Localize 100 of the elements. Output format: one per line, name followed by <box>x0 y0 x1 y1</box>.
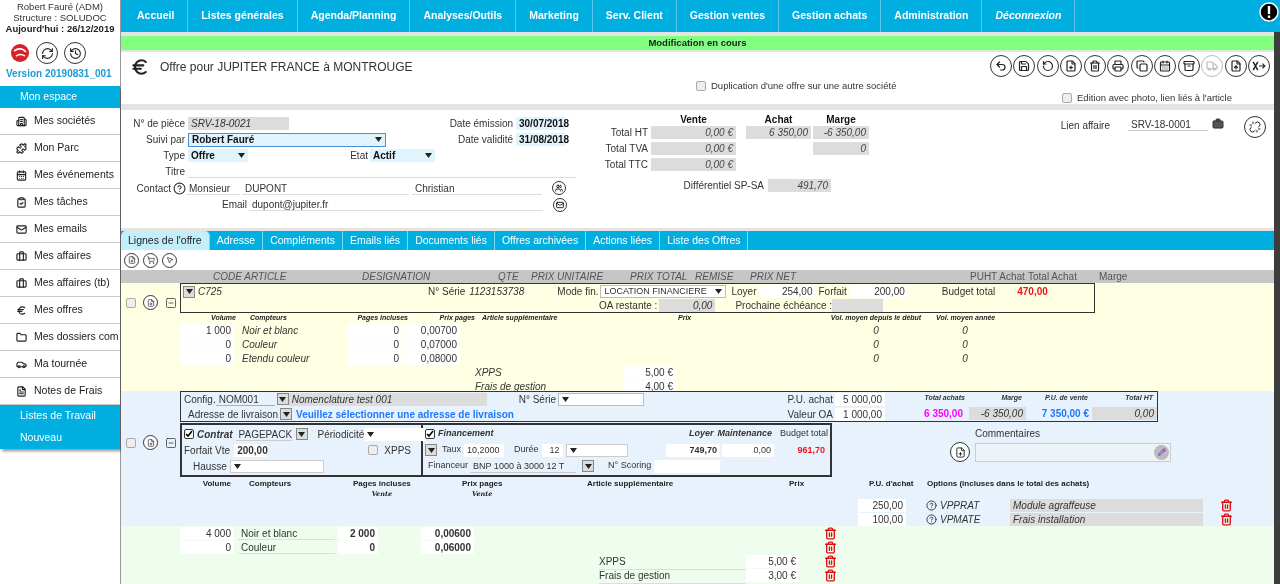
dropdown-button[interactable] <box>425 444 437 456</box>
volume-field[interactable]: 0 <box>180 352 234 365</box>
fee-field[interactable]: 3,00 € <box>746 569 799 582</box>
option-label-field[interactable]: Module agraffeuse <box>1010 499 1203 512</box>
trash-icon[interactable] <box>824 569 837 582</box>
unlink-button[interactable] <box>1244 116 1266 138</box>
counter-name-field[interactable]: Couleur <box>238 541 335 554</box>
reset-button[interactable] <box>1036 55 1059 77</box>
civility-field[interactable]: Monsieur <box>186 181 240 195</box>
page-price-field[interactable]: 0,00600 <box>421 527 474 540</box>
page-price-field[interactable]: 0,06000 <box>421 541 474 554</box>
differential-value[interactable]: 491,70 <box>768 178 831 192</box>
checkbox[interactable] <box>184 429 194 439</box>
fee-field[interactable]: 5,00 € <box>746 555 799 568</box>
total-value[interactable]: 0 <box>813 141 869 155</box>
total-value[interactable]: 0,00 € <box>651 141 736 155</box>
business-link-field[interactable]: SRV-18-0001 <box>1128 118 1208 131</box>
sidebar-item[interactable]: Mon Parc <box>0 135 120 162</box>
help-icon[interactable] <box>173 181 186 195</box>
summary-value[interactable]: 7 350,00 € <box>1026 406 1092 420</box>
option-label-field[interactable]: Frais installation <box>1010 513 1203 526</box>
dropdown-button[interactable] <box>183 285 195 298</box>
sidebar-item[interactable]: Ma tournée <box>0 351 120 378</box>
sidebar-item[interactable]: Mes dossiers com <box>0 324 120 351</box>
email-field[interactable]: dupont@jupiter.fr <box>249 198 543 211</box>
funder-field[interactable]: BNP 1000 à 3000 12 T <box>470 459 577 473</box>
volume-field[interactable]: 0 <box>180 338 234 351</box>
pages-field[interactable]: 2 000 <box>338 527 378 540</box>
checkbox[interactable] <box>425 429 435 439</box>
trash-icon[interactable] <box>824 527 837 540</box>
drawer-button[interactable] <box>1177 55 1200 77</box>
flat-fee-field[interactable]: 200,00 <box>234 443 267 457</box>
help-icon[interactable] <box>926 500 937 511</box>
trash-icon[interactable] <box>824 541 837 554</box>
add-line-button[interactable] <box>143 435 158 450</box>
flat-fee-field[interactable]: 200,00 <box>849 285 908 298</box>
sidebar-item[interactable]: Mes affaires (tb) <box>0 270 120 297</box>
sidebar-item[interactable]: Mes affaires <box>0 243 120 270</box>
email-button[interactable] <box>553 197 567 212</box>
sidebar-item[interactable]: Mes emails <box>0 216 120 243</box>
calendar-button[interactable] <box>1154 55 1176 77</box>
sidebar-item[interactable]: Mes offres <box>0 297 120 324</box>
pages-field[interactable]: 0 <box>347 324 402 337</box>
add-line-button[interactable] <box>143 295 158 310</box>
sidebar-item[interactable]: Mes tâches <box>0 189 120 216</box>
checkbox[interactable] <box>126 437 136 448</box>
briefcase-icon[interactable] <box>1212 118 1224 130</box>
financing-mode-dropdown[interactable]: LOCATION FINANCIERE <box>600 285 727 298</box>
dropdown-button[interactable] <box>582 460 595 472</box>
x-arrow-button[interactable] <box>1248 55 1270 77</box>
counter-name-field[interactable]: Noir et blanc <box>238 527 335 540</box>
copy-button[interactable] <box>1130 55 1153 77</box>
total-value[interactable]: 6 350,00 <box>746 125 811 139</box>
rate-field[interactable]: 10,2000 <box>464 443 504 457</box>
contacts-button[interactable] <box>552 181 566 195</box>
option-price-field[interactable]: 100,00 <box>858 513 906 526</box>
refresh-button[interactable] <box>36 42 58 64</box>
contract-field[interactable]: PAGEPACK <box>235 427 292 441</box>
checkbox[interactable] <box>1062 93 1073 103</box>
add-comment-button[interactable] <box>950 442 970 462</box>
save-button[interactable] <box>1013 55 1035 77</box>
pages-field[interactable]: 0 <box>347 352 402 365</box>
option-price-field[interactable]: 250,00 <box>858 499 906 512</box>
next-due-field[interactable] <box>832 299 884 312</box>
comments-field[interactable] <box>975 442 1171 462</box>
new-document-button[interactable] <box>1060 55 1082 77</box>
rent-field[interactable]: 254,00 <box>759 285 816 298</box>
piece-number-field[interactable]: SRV-18-0021 <box>188 117 289 130</box>
period-dropdown[interactable] <box>364 427 427 441</box>
select-button[interactable] <box>162 252 177 268</box>
edit-icon[interactable] <box>1154 444 1169 460</box>
purchase-price-field[interactable]: 5 000,00 <box>835 392 885 406</box>
pages-field[interactable]: 0 <box>347 338 402 351</box>
sidebar-item[interactable]: Mes sociétés <box>0 108 120 135</box>
page-price-field[interactable]: 0,07000 <box>403 338 460 351</box>
total-value[interactable]: 0,00 € <box>651 125 736 139</box>
checkbox[interactable] <box>368 445 379 455</box>
help-icon[interactable] <box>926 514 937 525</box>
remaining-oa-field[interactable]: 0,00 <box>659 299 716 312</box>
checkbox[interactable] <box>696 81 706 91</box>
volume-field[interactable]: 4 000 <box>180 527 234 540</box>
add-line-button[interactable] <box>124 252 139 268</box>
first-name-field[interactable]: Christian <box>412 181 542 195</box>
volume-field[interactable]: 0 <box>180 541 234 554</box>
follow-up-dropdown[interactable]: Robert Fauré <box>188 132 386 147</box>
financing-value[interactable]: 749,70 <box>666 443 720 457</box>
designation-field[interactable]: Nomenclature test 001 <box>288 392 487 406</box>
pages-field[interactable]: 0 <box>338 541 378 554</box>
page-price-field[interactable]: 0,00700 <box>403 324 460 337</box>
config-field[interactable]: NOM001 <box>215 392 275 406</box>
sidebar-item[interactable]: Notes de Frais <box>0 378 120 405</box>
print-button[interactable] <box>1107 55 1129 77</box>
oa-value-field[interactable]: 1 000,00 <box>835 407 885 421</box>
fee-field[interactable]: 5,00 € <box>623 366 676 379</box>
trash-icon[interactable] <box>1220 513 1233 526</box>
state-dropdown[interactable]: Actif <box>370 149 435 162</box>
back-button[interactable] <box>989 55 1012 77</box>
dropdown-button[interactable] <box>276 393 289 405</box>
dropdown-button[interactable] <box>295 428 308 440</box>
delete-button[interactable] <box>1083 55 1106 77</box>
